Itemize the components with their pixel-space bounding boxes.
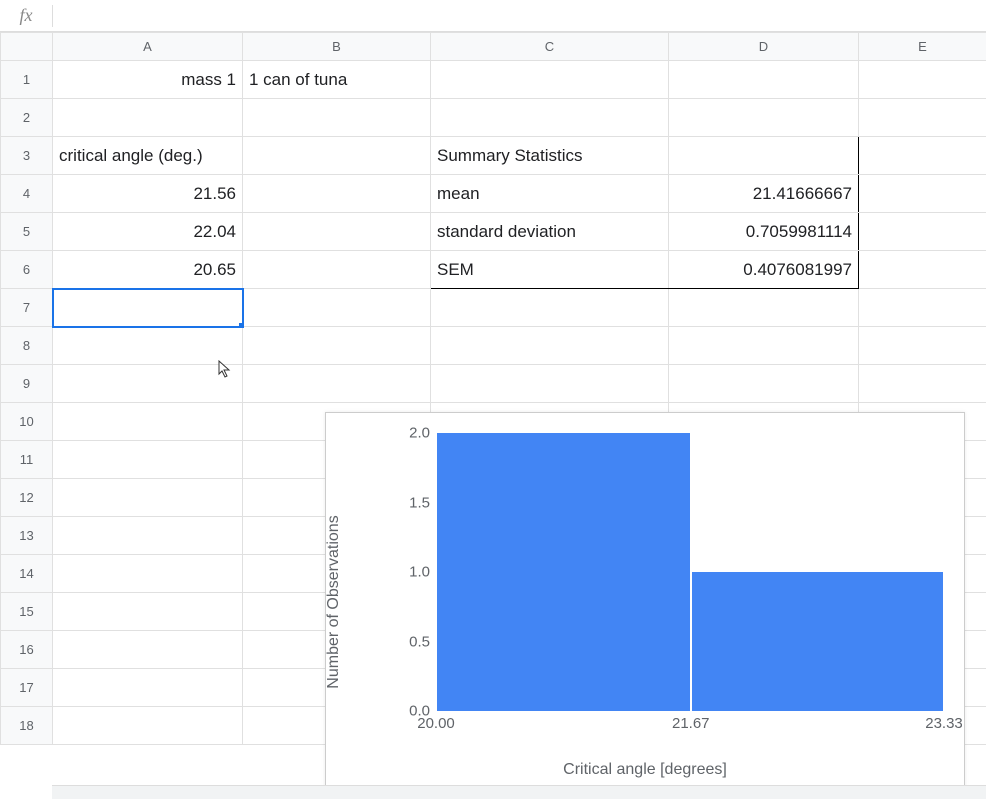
col-header-E[interactable]: E — [859, 33, 986, 61]
cell-A8[interactable] — [53, 327, 243, 365]
chart-y-axis-label: Number of Observations — [325, 515, 343, 688]
row-header-5[interactable]: 5 — [1, 213, 53, 251]
fx-icon: fx — [6, 5, 46, 26]
row-header-16[interactable]: 16 — [1, 631, 53, 669]
cell-C5[interactable]: standard deviation — [431, 213, 669, 251]
col-header-D[interactable]: D — [669, 33, 859, 61]
row-header-3[interactable]: 3 — [1, 137, 53, 175]
cell-C6[interactable]: SEM — [431, 251, 669, 289]
row-header-11[interactable]: 11 — [1, 441, 53, 479]
row-header-7[interactable]: 7 — [1, 289, 53, 327]
row-header-1[interactable]: 1 — [1, 61, 53, 99]
cell-E7[interactable] — [859, 289, 986, 327]
cell-A1[interactable]: mass 1 — [53, 61, 243, 99]
cell-D9[interactable] — [669, 365, 859, 403]
cell-C1[interactable] — [431, 61, 669, 99]
histogram-chart[interactable]: Number of Observations 0.00.51.01.52.020… — [325, 412, 965, 792]
chart-bar — [692, 572, 943, 711]
spreadsheet[interactable]: A B C D E 1 mass 1 1 can of tuna 2 — [0, 32, 986, 745]
row-header-2[interactable]: 2 — [1, 99, 53, 137]
cell-E5[interactable] — [859, 213, 986, 251]
cell-B2[interactable] — [243, 99, 431, 137]
chart-y-tick: 0.5 — [384, 633, 430, 650]
cell-C3[interactable]: Summary Statistics — [431, 137, 669, 175]
cell-E1[interactable] — [859, 61, 986, 99]
chart-y-tick: 1.0 — [384, 564, 430, 581]
cell-E9[interactable] — [859, 365, 986, 403]
cell-B6[interactable] — [243, 251, 431, 289]
cell-E4[interactable] — [859, 175, 986, 213]
formula-bar: fx — [0, 0, 986, 32]
cell-C4[interactable]: mean — [431, 175, 669, 213]
row-header-14[interactable]: 14 — [1, 555, 53, 593]
horizontal-scrollbar[interactable] — [52, 785, 986, 799]
row-header-15[interactable]: 15 — [1, 593, 53, 631]
chart-x-tick: 21.67 — [672, 715, 710, 732]
row-header-12[interactable]: 12 — [1, 479, 53, 517]
cell-A11[interactable] — [53, 441, 243, 479]
cell-D7[interactable] — [669, 289, 859, 327]
cell-B9[interactable] — [243, 365, 431, 403]
cell-A10[interactable] — [53, 403, 243, 441]
col-header-B[interactable]: B — [243, 33, 431, 61]
cell-D2[interactable] — [669, 99, 859, 137]
cell-D3[interactable] — [669, 137, 859, 175]
row-header-18[interactable]: 18 — [1, 707, 53, 745]
cell-D6[interactable]: 0.4076081997 — [669, 251, 859, 289]
cell-C7[interactable] — [431, 289, 669, 327]
row-header-13[interactable]: 13 — [1, 517, 53, 555]
cell-D8[interactable] — [669, 327, 859, 365]
chart-x-tick: 20.00 — [417, 715, 455, 732]
cell-B8[interactable] — [243, 327, 431, 365]
cell-D5[interactable]: 0.7059981114 — [669, 213, 859, 251]
chart-y-tick: 2.0 — [384, 425, 430, 442]
col-header-C[interactable]: C — [431, 33, 669, 61]
cell-B7[interactable] — [243, 289, 431, 327]
row-header-17[interactable]: 17 — [1, 669, 53, 707]
cell-B1[interactable]: 1 can of tuna — [243, 61, 431, 99]
cell-A2[interactable] — [53, 99, 243, 137]
cell-B3[interactable] — [243, 137, 431, 175]
cell-C2[interactable] — [431, 99, 669, 137]
chart-bar — [437, 433, 690, 711]
cell-E3[interactable] — [859, 137, 986, 175]
row-header-6[interactable]: 6 — [1, 251, 53, 289]
row-header-8[interactable]: 8 — [1, 327, 53, 365]
cell-A13[interactable] — [53, 517, 243, 555]
formula-input[interactable] — [59, 0, 986, 31]
cell-A17[interactable] — [53, 669, 243, 707]
cell-A4[interactable]: 21.56 — [53, 175, 243, 213]
cell-A9[interactable] — [53, 365, 243, 403]
chart-x-tick: 23.33 — [925, 715, 963, 732]
col-header-A[interactable]: A — [53, 33, 243, 61]
select-all[interactable] — [1, 33, 53, 61]
cell-D1[interactable] — [669, 61, 859, 99]
chart-y-tick: 1.5 — [384, 494, 430, 511]
chart-x-axis-label: Critical angle [degrees] — [326, 761, 964, 779]
row-header-4[interactable]: 4 — [1, 175, 53, 213]
cell-B4[interactable] — [243, 175, 431, 213]
cell-A5[interactable]: 22.04 — [53, 213, 243, 251]
cell-D4[interactable]: 21.41666667 — [669, 175, 859, 213]
cell-E2[interactable] — [859, 99, 986, 137]
divider — [52, 5, 53, 27]
row-header-9[interactable]: 9 — [1, 365, 53, 403]
chart-plot-area: 0.00.51.01.52.020.0021.6723.33 — [436, 433, 944, 711]
cell-A3[interactable]: critical angle (deg.) — [53, 137, 243, 175]
cell-A15[interactable] — [53, 593, 243, 631]
cell-C9[interactable] — [431, 365, 669, 403]
cell-A16[interactable] — [53, 631, 243, 669]
cell-B5[interactable] — [243, 213, 431, 251]
cell-E6[interactable] — [859, 251, 986, 289]
cell-A6[interactable]: 20.65 — [53, 251, 243, 289]
row-header-10[interactable]: 10 — [1, 403, 53, 441]
cell-A7[interactable] — [53, 289, 243, 327]
cell-C8[interactable] — [431, 327, 669, 365]
cell-A18[interactable] — [53, 707, 243, 745]
cell-A12[interactable] — [53, 479, 243, 517]
cell-A14[interactable] — [53, 555, 243, 593]
cell-E8[interactable] — [859, 327, 986, 365]
